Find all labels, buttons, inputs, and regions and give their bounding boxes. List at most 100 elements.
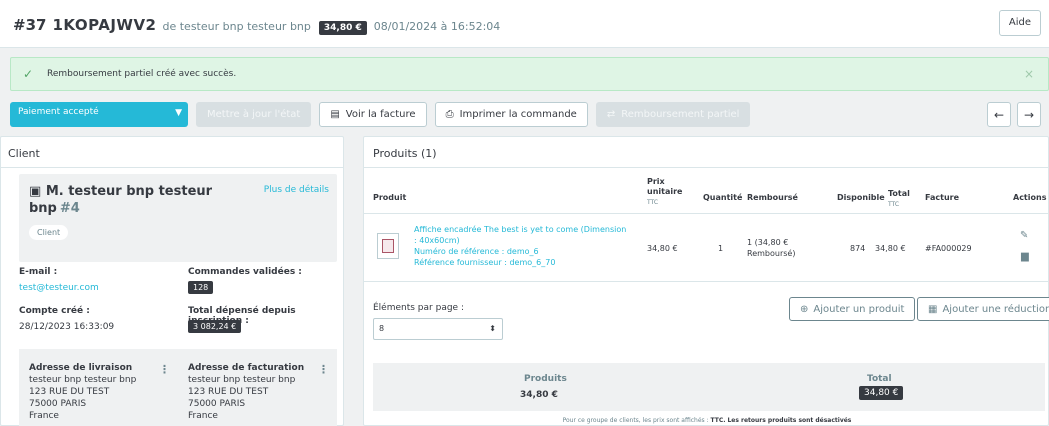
column-total: Total TTC [888,189,910,210]
order-toolbar: Paiement accepté ▼ Mettre à jour l'état … [10,102,751,127]
column-quantity: Quantité [703,193,743,202]
frame-icon [382,239,394,253]
email-link[interactable]: test@testeur.com [19,283,99,293]
column-available: Disponible [837,193,885,202]
add-discount-label: Ajouter une réduction [942,303,1049,315]
view-invoice-label: Voir la facture [345,109,416,120]
table-row-divider [364,281,1049,282]
print-icon: ⎙ [445,109,454,120]
chevron-updown-icon: ⬍ [489,324,496,333]
product-name-link[interactable]: Affiche encadrée The best is yet to come… [414,224,629,246]
invoice-address-title: Adresse de facturation [188,363,305,373]
client-name: ▣ M. testeur bnp testeur bnp #4 [29,183,229,217]
product-quantity: 1 [718,244,724,253]
email-label: E-mail : [19,267,58,277]
note-prefix: Pour ce groupe de clients, les prix sont… [562,417,709,424]
shipping-address-line: testeur bnp testeur bnp [29,375,137,385]
swap-icon: ⇄ [606,109,616,120]
products-panel: Produits (1) Produit Prix unitaire TTC Q… [363,136,1049,426]
shipping-address-line: 75000 PARIS [29,399,87,409]
print-order-label: Imprimer la commande [459,109,577,120]
invoice-address-menu-icon[interactable]: ⋮ [318,363,329,376]
product-details: Affiche encadrée The best is yet to come… [414,224,629,268]
product-reference: Numéro de référence : demo_6 [414,247,539,256]
order-header: #37 1KOPAJWV2 de testeur bnp testeur bnp… [0,0,1049,48]
product-total: 34,80 € [875,244,906,253]
invoice-address: Adresse de facturation testeur bnp teste… [188,362,304,422]
alert-message: Remboursement partiel créé avec succès. [47,69,237,79]
chevron-down-icon: ▼ [175,108,182,118]
note-ttc: TTC. [710,417,726,424]
update-state-button[interactable]: Mettre à jour l'état [196,102,312,127]
client-card: ▣ M. testeur bnp testeur bnp #4 Plus de d… [19,174,337,262]
order-status-select[interactable]: Paiement accepté ▼ [10,102,188,127]
shipping-address-line: 123 RUE DU TEST [29,387,110,397]
check-icon: ✓ [23,67,34,81]
invoice-address-line: 123 RUE DU TEST [188,387,269,397]
add-product-button[interactable]: ⊕ Ajouter un produit [789,297,916,321]
column-unit-price-label: Prix unitaire [647,177,683,196]
help-button[interactable]: Aide [998,10,1041,36]
order-reference: 1KOPAJWV2 [52,16,157,34]
column-unit-price-ttc: TTC [647,199,659,206]
view-invoice-button[interactable]: ▤ Voir la facture [319,102,427,127]
client-group-tag: Client [29,225,69,240]
totals-products-label: Produits [524,374,567,384]
column-refunded: Remboursé [747,193,798,202]
user-icon: ▣ [29,184,46,199]
table-header-divider [364,213,1049,214]
product-supplier-reference: Référence fournisseur : demo_6_70 [414,258,556,267]
next-order-arrow-icon[interactable]: → [1017,102,1041,127]
column-actions: Actions [1013,193,1047,202]
column-invoice: Facture [925,193,960,202]
discount-icon: ▦ [928,303,938,315]
invoice-address-line: testeur bnp testeur bnp [188,375,296,385]
validated-orders-label: Commandes validées : [188,267,302,277]
more-details-link[interactable]: Plus de détails [264,185,329,195]
totals-total-badge: 34,80 € [859,386,904,400]
client-name-text: M. testeur bnp testeur bnp [29,184,213,216]
totals-products-value: 34,80 € [520,390,558,400]
order-navigation: ← → [981,102,1041,127]
total-spent-badge: 3 082,24 € [188,320,242,333]
order-date: 08/01/2024 à 16:52:04 [373,20,501,33]
client-panel: Client ▣ M. testeur bnp testeur bnp #4 Pl… [0,136,344,426]
account-created-label: Compte créé : [19,306,90,316]
partial-refund-label: Remboursement partiel [621,109,740,120]
partial-refund-button[interactable]: ⇄ Remboursement partiel [595,102,751,127]
note-returns: Les retours produits sont désactivés [727,417,852,424]
column-unit-price: Prix unitaire TTC [647,177,683,208]
plus-circle-icon: ⊕ [800,303,809,315]
invoice-icon: ▤ [330,109,340,120]
per-page-label: Éléments par page : [373,303,464,313]
invoice-address-line: France [188,411,218,421]
validated-orders-badge: 128 [188,281,214,294]
invoice-address-line: 75000 PARIS [188,399,246,409]
shipping-address-menu-icon[interactable]: ⋮ [159,363,170,376]
order-totals: Produits 34,80 € Total 34,80 € [373,363,1045,411]
account-created-value: 28/12/2023 16:33:09 [19,322,115,332]
update-state-label: Mettre à jour l'état [207,109,301,120]
print-order-button[interactable]: ⎙ Imprimer la commande [434,102,588,127]
order-total-badge: 34,80 € [318,21,367,35]
trash-icon[interactable]: ▆ [1021,251,1029,262]
shipping-address-line: France [29,411,59,421]
totals-total-label: Total [867,374,892,384]
product-unit-price: 34,80 € [647,244,678,253]
per-page-select[interactable]: 8 ⬍ [373,318,503,340]
column-total-ttc: TTC [888,201,900,208]
per-page-value: 8 [379,324,385,333]
add-discount-button[interactable]: ▦ Ajouter une réduction [917,297,1049,321]
product-available: 874 [850,244,866,253]
success-alert: ✓ Remboursement partiel créé avec succès… [10,57,1049,91]
product-thumbnail [377,233,399,259]
column-total-label: Total [888,189,910,198]
product-invoice: #FA000029 [925,244,972,253]
shipping-address: Adresse de livraison testeur bnp testeur… [29,362,136,422]
close-icon[interactable]: × [1024,67,1034,81]
order-status-value: Paiement accepté [18,107,99,117]
edit-icon[interactable]: ✎ [1020,230,1028,241]
previous-order-arrow-icon[interactable]: ← [987,102,1011,127]
column-product: Produit [373,193,407,202]
client-panel-title: Client [1,137,343,168]
